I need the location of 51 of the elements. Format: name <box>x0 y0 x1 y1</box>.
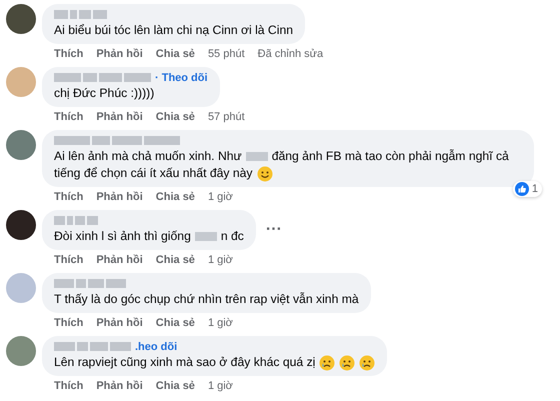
more-options-button[interactable]: ··· <box>266 221 282 239</box>
blurred-name-drawing <box>54 216 98 225</box>
comment-text: T thấy là do góc chụp chứ nhìn trên rap việt vẫn xinh mà <box>54 291 359 308</box>
follow-link[interactable]: .heo dõi <box>135 340 178 352</box>
like-icon <box>514 182 529 196</box>
action-link[interactable]: Thích <box>54 254 84 267</box>
redacted-text <box>194 232 217 241</box>
action-link[interactable]: Thích <box>54 380 84 393</box>
comment-text: đăng ảnh FB mà tao còn phải ngẫm nghĩ cả <box>272 148 509 165</box>
comment-text: Lên rapviejt cũng xinh mà sao ở đây khác quá zị <box>54 354 316 371</box>
reaction-count[interactable]: 1 <box>512 181 542 197</box>
action-link[interactable]: Chia sẻ <box>156 254 195 267</box>
avatar-photo-placeholder[interactable] <box>6 4 36 34</box>
crying-emoji-icon <box>339 354 356 370</box>
comment-time[interactable]: 1 giờ <box>208 380 233 393</box>
action-link[interactable]: Thích <box>54 317 84 330</box>
action-link[interactable]: Phản hồi <box>96 191 143 204</box>
blurred-name-drawing <box>54 10 107 19</box>
reaction-count-text: 1 <box>532 183 538 195</box>
action-link[interactable]: Chia sẻ <box>156 380 195 393</box>
action-link[interactable]: Phản hồi <box>96 254 143 267</box>
blurred-name-drawing <box>54 279 126 288</box>
comment-time[interactable]: 55 phút <box>208 48 245 61</box>
comment-text: Ai lên ảnh mà chả muốn xinh. Như <box>54 148 242 165</box>
comment-text: Ai biểu búi tóc lên làm chi nạ Cinn ơi là Cinn <box>54 22 294 39</box>
action-link[interactable]: Thích <box>54 191 84 204</box>
comment-text: tiếng để chọn cái ít xấu nhất đây này <box>54 165 253 182</box>
avatar-photo-placeholder[interactable] <box>6 210 36 240</box>
action-link[interactable]: Chia sẻ <box>156 317 195 330</box>
crying-emoji-icon <box>359 354 376 370</box>
comment-time[interactable]: 1 giờ <box>208 254 233 267</box>
action-link[interactable]: Phản hồi <box>96 317 143 330</box>
comment-text: Đòi xinh l sì ảnh thì giống <box>54 228 191 245</box>
action-link[interactable]: Chia sẻ <box>156 191 195 204</box>
comment-time[interactable]: 1 giờ <box>208 191 233 204</box>
action-link[interactable]: Phản hồi <box>96 111 143 124</box>
redacted-text <box>246 152 268 161</box>
comment-text: chị Đức Phúc :))))) <box>54 85 154 102</box>
comment-time[interactable]: 1 giờ <box>208 317 233 330</box>
action-link[interactable]: Chia sẻ <box>156 48 195 61</box>
action-link[interactable]: Chia sẻ <box>156 111 195 124</box>
comment-text: n đc <box>220 228 244 245</box>
comment-time[interactable]: 57 phút <box>208 111 245 124</box>
action-link[interactable]: Phản hồi <box>96 380 143 393</box>
action-link[interactable]: Thích <box>54 48 84 61</box>
edited-label: Đã chỉnh sửa <box>258 48 324 61</box>
smiling-emoji-icon <box>256 166 273 182</box>
follow-link[interactable]: · Theo dõi <box>155 72 208 84</box>
action-link[interactable]: Phản hồi <box>96 48 143 61</box>
crying-emoji-icon <box>319 354 336 370</box>
action-link[interactable]: Thích <box>54 111 84 124</box>
